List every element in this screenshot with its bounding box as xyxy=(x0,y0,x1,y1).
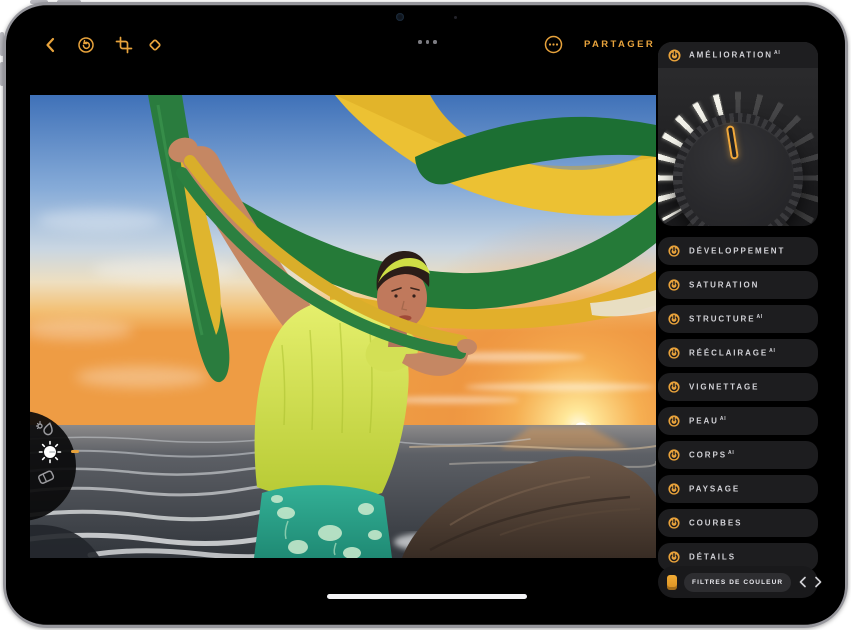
enhance-label: AMÉLIORATIONAI xyxy=(689,50,781,60)
power-icon[interactable] xyxy=(668,551,680,563)
revert-button[interactable] xyxy=(77,36,95,54)
enhance-sup: AI xyxy=(774,50,781,56)
share-button[interactable]: PARTAGER xyxy=(584,39,655,50)
power-icon[interactable] xyxy=(668,245,680,257)
tool-row-peau[interactable]: PEAUAI xyxy=(658,407,818,435)
enhance-header[interactable]: AMÉLIORATIONAI xyxy=(658,42,818,68)
power-icon[interactable] xyxy=(668,381,680,393)
tool-row-vignettage[interactable]: VIGNETTAGE xyxy=(658,373,818,401)
white-balance-icon[interactable] xyxy=(34,417,56,439)
tool-row-structure[interactable]: STRUCTUREAI xyxy=(658,305,818,333)
tool-wheel-active-marker xyxy=(71,450,79,453)
enhance-knob-zone xyxy=(658,68,818,226)
power-icon[interactable] xyxy=(668,517,680,529)
power-icon[interactable] xyxy=(668,347,680,359)
photo-artwork xyxy=(30,95,656,558)
multitasking-dots-icon[interactable] xyxy=(418,40,437,44)
repair-icon[interactable] xyxy=(35,466,57,488)
power-icon[interactable] xyxy=(668,415,680,427)
retouch-button[interactable] xyxy=(146,36,164,54)
crop-icon xyxy=(115,36,133,54)
screen: PARTAGER xyxy=(6,6,845,624)
power-icon[interactable] xyxy=(668,313,680,325)
revert-arrow-circle-icon xyxy=(77,36,95,54)
enhance-card: AMÉLIORATIONAI xyxy=(658,42,818,226)
tool-row-developpement[interactable]: DÉVELOPPEMENT xyxy=(658,237,818,265)
ipad-mockup: PARTAGER xyxy=(0,0,851,630)
heal-diamond-icon xyxy=(146,36,164,54)
chevron-left-icon xyxy=(42,36,60,54)
light-dial-icon[interactable] xyxy=(38,440,62,464)
back-button[interactable] xyxy=(42,36,60,54)
tool-row-reeclairage[interactable]: RÉÉCLAIRAGEAI xyxy=(658,339,818,367)
color-filter-icon[interactable] xyxy=(667,575,677,590)
next-filter-button[interactable] xyxy=(814,576,823,588)
tool-row-courbes[interactable]: COURBES xyxy=(658,509,818,537)
front-camera xyxy=(396,13,404,21)
tool-row-saturation[interactable]: SATURATION xyxy=(658,271,818,299)
power-icon[interactable] xyxy=(668,49,681,62)
chevron-left-icon xyxy=(798,576,807,588)
home-indicator[interactable] xyxy=(327,594,527,599)
power-icon[interactable] xyxy=(668,279,680,291)
photo-canvas xyxy=(30,95,656,558)
color-filters-button[interactable]: FILTRES DE COULEUR xyxy=(684,573,791,592)
enhance-knob-face[interactable] xyxy=(682,122,794,226)
tool-list: DÉVELOPPEMENT SATURATION STRUCTUREAI RÉÉ… xyxy=(658,237,818,571)
camera-sensor-dot xyxy=(454,16,457,19)
tool-row-corps[interactable]: CORPSAI xyxy=(658,441,818,469)
tool-row-paysage[interactable]: PAYSAGE xyxy=(658,475,818,503)
filters-bar: FILTRES DE COULEUR xyxy=(658,566,818,598)
ellipsis-circle-icon xyxy=(544,35,563,54)
crop-button[interactable] xyxy=(115,36,133,54)
prev-filter-button[interactable] xyxy=(798,576,807,588)
more-options-button[interactable] xyxy=(544,35,563,54)
power-icon[interactable] xyxy=(668,483,680,495)
power-icon[interactable] xyxy=(668,449,680,461)
chevron-right-icon xyxy=(814,576,823,588)
